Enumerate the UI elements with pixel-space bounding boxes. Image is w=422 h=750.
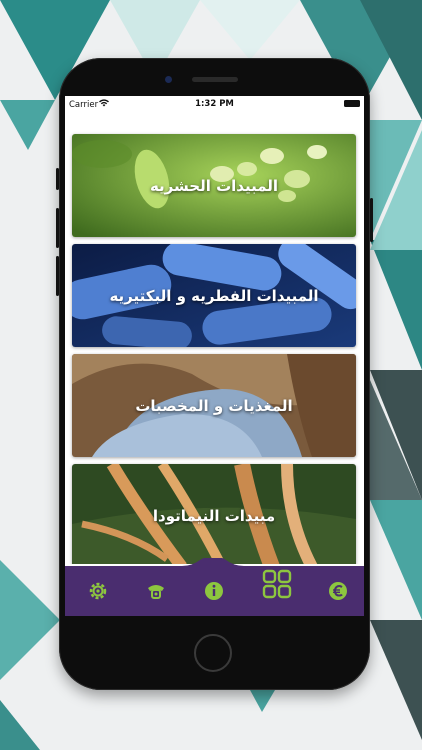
grid-icon [262,569,292,599]
category-card-fungicides[interactable]: المبيدات الفطريه و البكتيريه [72,244,356,347]
status-time: 1:32 PM [195,99,234,109]
info-icon [205,582,223,600]
app-screen: Carrier 1:32 PM المبيدات الحشريه المبيدا… [65,96,364,616]
mute-switch [56,168,59,190]
currency-icon [329,582,347,600]
category-label: المغذيات و المخصبات [135,396,293,415]
home-button[interactable] [194,634,232,672]
settings-icon [89,582,107,600]
tab-settings[interactable] [85,578,111,604]
battery-icon [344,100,360,107]
category-label: المبيدات الحشريه [149,176,279,195]
tab-info[interactable] [201,578,227,604]
category-label: مبيدات النيماتودا [152,506,276,525]
tab-prices[interactable] [325,578,351,604]
bottom-tab-bar [65,558,364,616]
category-card-nematicides[interactable]: مبيدات النيماتودا [72,464,356,564]
phone-frame: Carrier 1:32 PM المبيدات الحشريه المبيدا… [56,58,373,690]
tab-categories[interactable] [261,568,293,600]
volume-up-button [56,208,59,248]
status-bar: Carrier 1:32 PM [65,96,364,114]
volume-down-button [56,256,59,296]
category-card-insecticides[interactable]: المبيدات الحشريه [72,134,356,237]
category-label: المبيدات الفطريه و البكتيريه [109,286,319,305]
power-button [370,198,373,242]
phone-icon [148,585,164,599]
category-card-fertilizers[interactable]: المغذيات و المخصبات [72,354,356,457]
tab-contact[interactable] [143,578,169,604]
category-list[interactable]: المبيدات الحشريه المبيدات الفطريه و البك… [65,114,364,564]
front-camera [165,76,172,83]
earpiece-speaker [192,77,238,82]
